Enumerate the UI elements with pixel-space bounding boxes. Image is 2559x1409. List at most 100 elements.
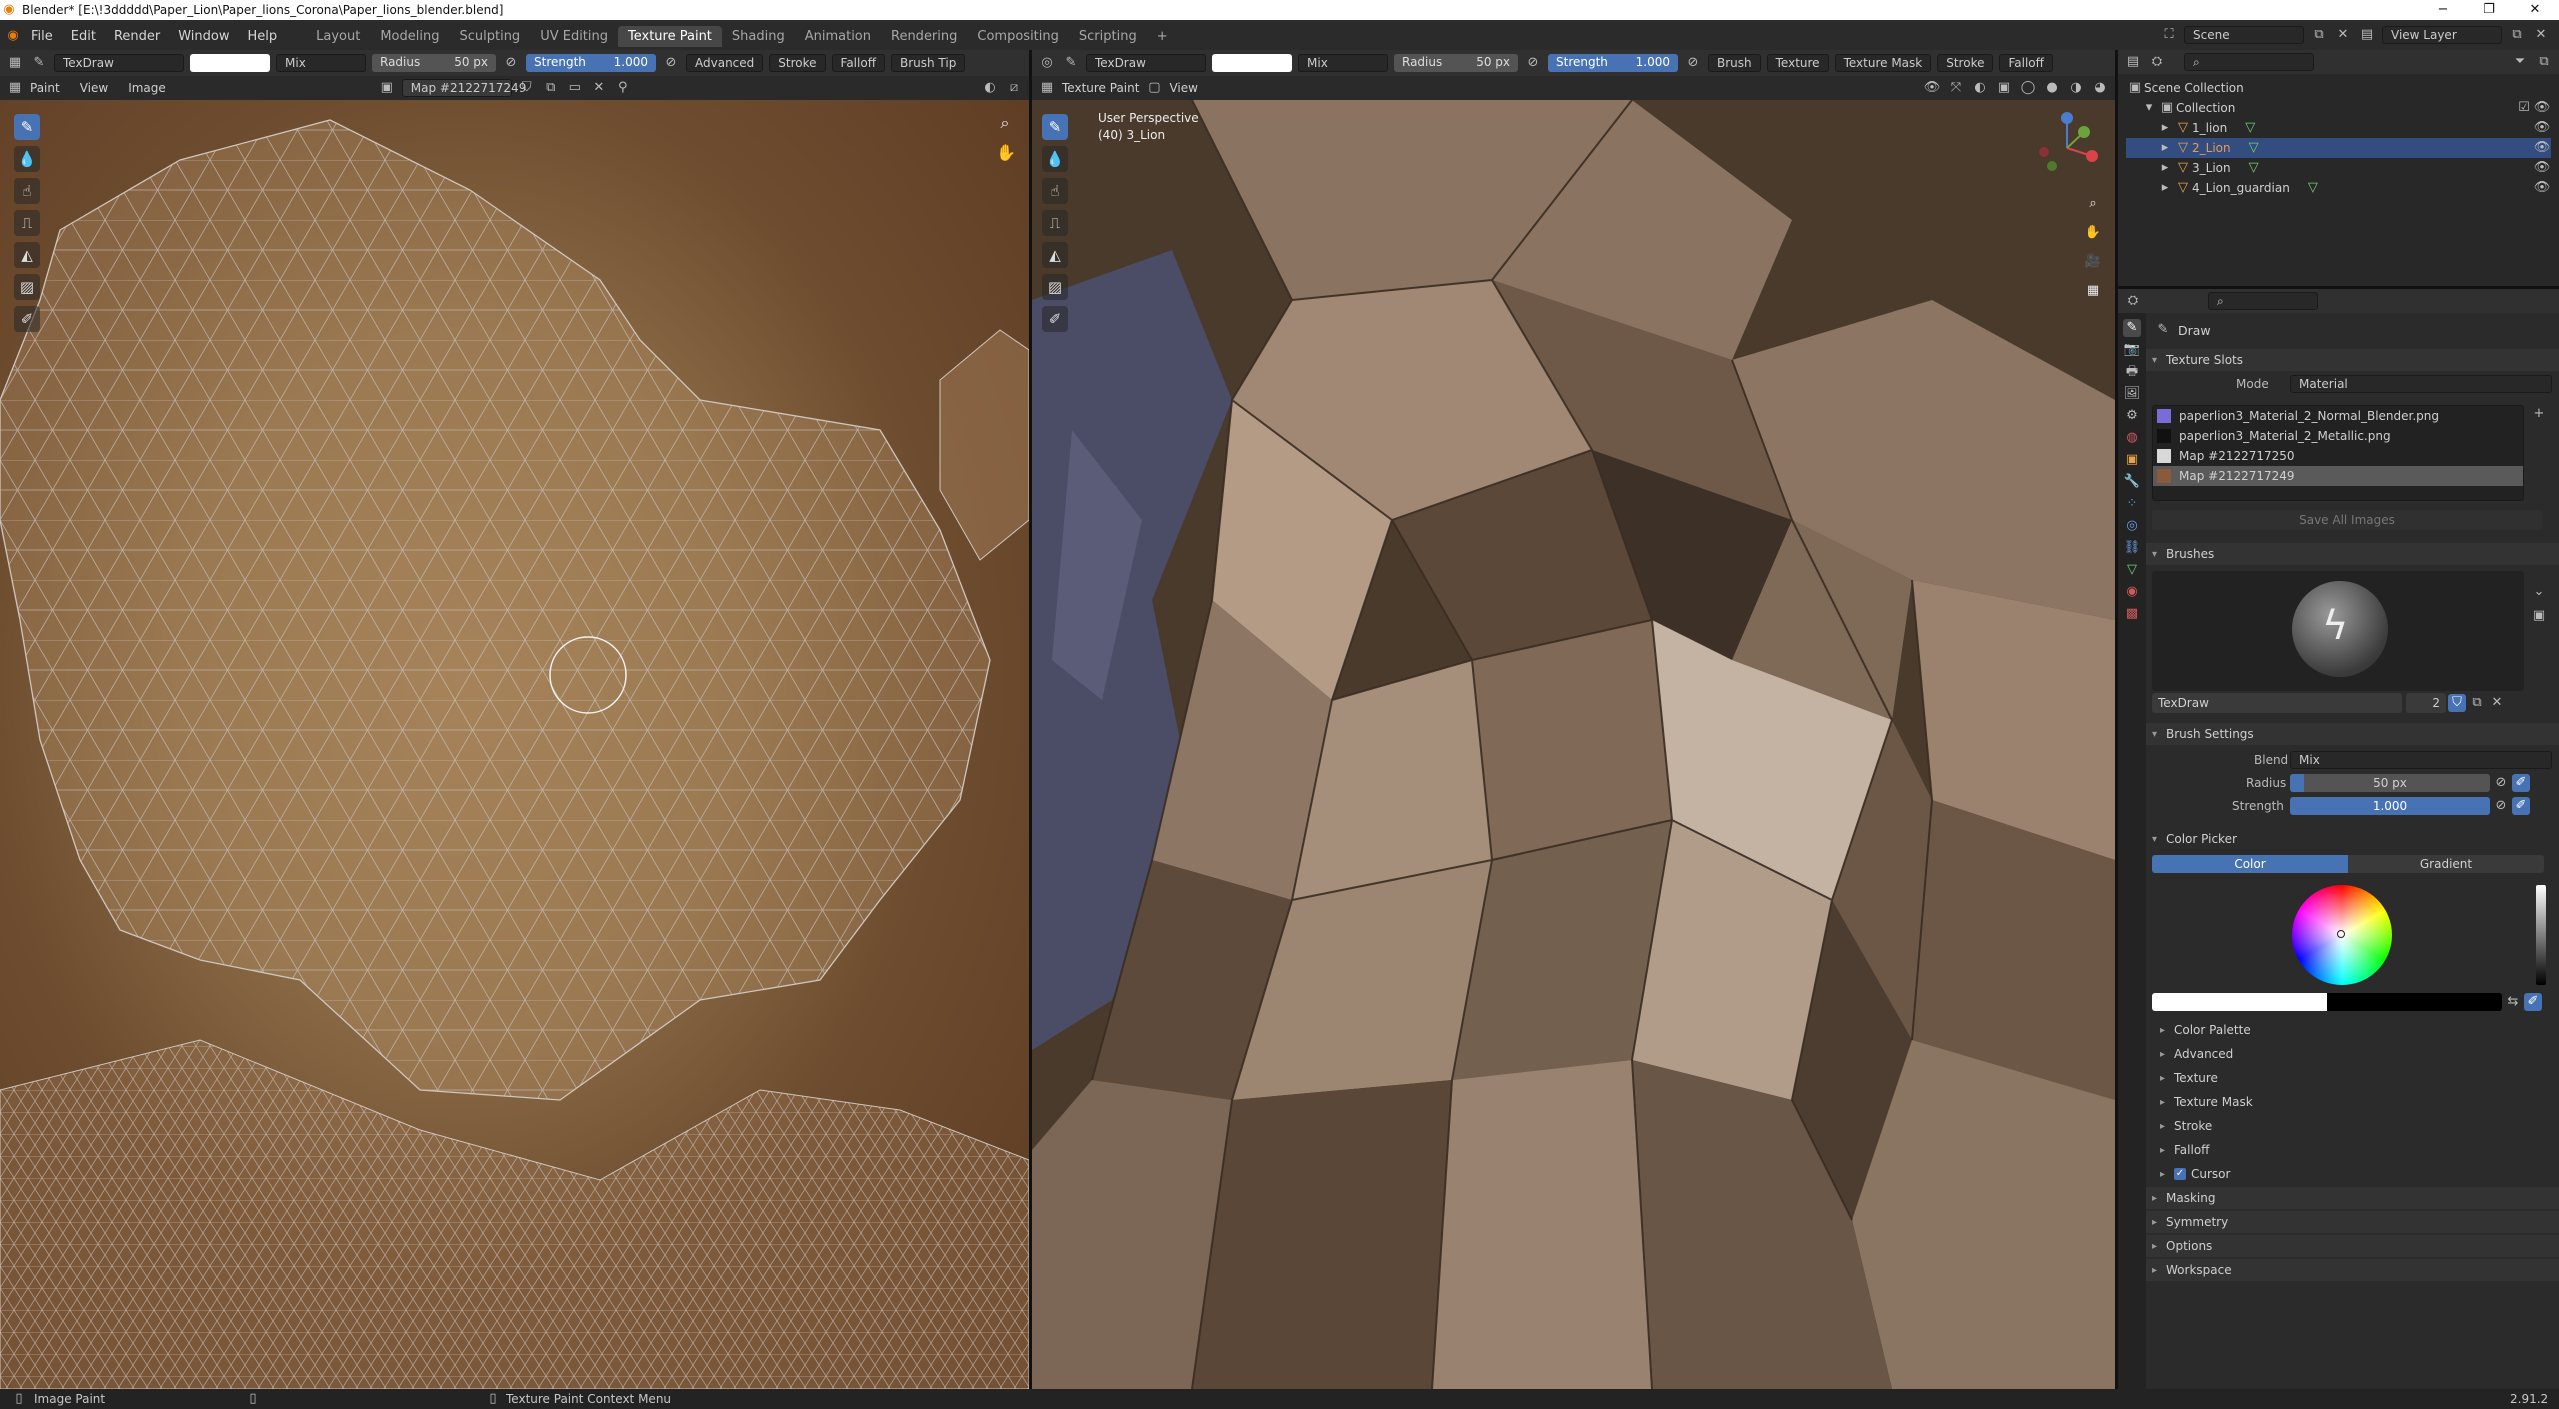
- brush-dropdown[interactable]: Brush: [1708, 54, 1761, 72]
- viewport-stroke-dropdown[interactable]: Stroke: [1937, 54, 1994, 72]
- visibility-icon[interactable]: 👁: [2533, 179, 2551, 197]
- world-tab-icon[interactable]: ◍: [2123, 429, 2141, 447]
- scene-tab-icon[interactable]: ⚙: [2123, 407, 2141, 425]
- ortho-toggle-icon[interactable]: ▦: [2084, 282, 2102, 300]
- subpanel-cursor[interactable]: ▸ ✓ Cursor: [2160, 1163, 2230, 1185]
- viewport-brush-selector[interactable]: TexDraw: [1086, 54, 1206, 72]
- vp-zoom-icon[interactable]: ⌕: [2084, 195, 2102, 213]
- image-menu[interactable]: Image: [128, 81, 166, 95]
- overlays-icon[interactable]: ◐: [1971, 79, 1989, 97]
- outliner-row-3-lion[interactable]: ▸ ▽ 3_Lion ▽ 👁: [2126, 158, 2551, 178]
- view-menu[interactable]: View: [80, 81, 108, 95]
- zoom-icon[interactable]: ⌕: [996, 114, 1014, 132]
- render-tab-icon[interactable]: 📷: [2123, 341, 2141, 359]
- strength-unit-icon[interactable]: ⊘: [2492, 797, 2510, 815]
- object-tab-icon[interactable]: ▣: [2123, 451, 2141, 469]
- mask-tool-icon[interactable]: ▨: [14, 274, 40, 300]
- save-all-images-button[interactable]: Save All Images: [2152, 510, 2542, 530]
- brush-tip-dropdown[interactable]: Brush Tip: [890, 54, 966, 72]
- brush-preview-area[interactable]: ϟ: [2152, 571, 2524, 691]
- menu-edit[interactable]: Edit: [62, 29, 105, 44]
- material-shading-icon[interactable]: ◑: [2067, 79, 2085, 97]
- tab-sculpting[interactable]: Sculpting: [449, 26, 530, 47]
- add-workspace-button[interactable]: +: [1147, 26, 1178, 47]
- strength-pressure-icon[interactable]: ⊘: [662, 54, 680, 72]
- unlink-image-icon[interactable]: ✕: [590, 79, 608, 97]
- smear-tool-icon[interactable]: ☝: [14, 178, 40, 204]
- new-image-icon[interactable]: ⧉: [542, 79, 560, 97]
- workspace-panel-header[interactable]: ▸ Workspace: [2146, 1259, 2559, 1281]
- viewport-radius-field[interactable]: Radius 50 px: [1394, 54, 1518, 72]
- brush-strength-slider[interactable]: 1.000: [2290, 797, 2490, 815]
- wireframe-shading-icon[interactable]: ◯: [2019, 79, 2037, 97]
- swap-colors-icon[interactable]: ⇆: [2504, 993, 2522, 1011]
- brushes-panel-header[interactable]: ▾ Brushes: [2146, 543, 2559, 565]
- vp-fill-tool-icon[interactable]: ◭: [1042, 242, 1068, 268]
- viewport-visibility-icon[interactable]: 👁: [1923, 79, 1941, 97]
- outliner-display-mode-icon[interactable]: ⛭: [2148, 53, 2166, 71]
- data-tab-icon[interactable]: ▽: [2123, 561, 2141, 579]
- properties-editor-icon[interactable]: ⛭: [2124, 292, 2142, 310]
- viewport-strength-pressure-icon[interactable]: ⊘: [1684, 54, 1702, 72]
- tab-rendering[interactable]: Rendering: [881, 26, 967, 47]
- editor-type-icon[interactable]: ▦: [6, 54, 24, 72]
- particles-tab-icon[interactable]: ⁘: [2123, 495, 2141, 513]
- solid-shading-icon[interactable]: ●: [2043, 79, 2061, 97]
- overlay-icon[interactable]: ◐: [981, 79, 999, 97]
- outliner-row-4-lion-guardian[interactable]: ▸ ▽ 4_Lion_guardian ▽ 👁: [2126, 178, 2551, 198]
- duplicate-brush-icon[interactable]: ⧉: [2468, 694, 2486, 712]
- menu-file[interactable]: File: [22, 29, 62, 44]
- subpanel-stroke[interactable]: ▸ Stroke: [2160, 1115, 2212, 1137]
- outliner-filter-icon[interactable]: ⏷: [2511, 53, 2529, 71]
- outliner-search[interactable]: ⌕: [2184, 53, 2314, 71]
- xray-icon[interactable]: ▣: [1995, 79, 2013, 97]
- visibility-icon[interactable]: 👁: [2533, 139, 2551, 157]
- viewport-blend-dropdown[interactable]: Mix: [1298, 54, 1388, 72]
- display-channels-icon[interactable]: ⧄: [1005, 79, 1023, 97]
- pin-icon[interactable]: ⚲: [614, 79, 632, 97]
- delete-scene-icon[interactable]: ✕: [2334, 26, 2352, 44]
- collection-expand-icon[interactable]: ▾: [2140, 99, 2158, 117]
- vp-clone-tool-icon[interactable]: ⎍: [1042, 210, 1068, 236]
- brush-expand-icon[interactable]: ⌄: [2530, 583, 2548, 601]
- outliner-editor-icon[interactable]: ▤: [2124, 53, 2142, 71]
- constraints-tab-icon[interactable]: ⛓: [2123, 539, 2141, 557]
- subpanel-color-palette[interactable]: ▸ Color Palette: [2160, 1019, 2251, 1041]
- radius-field[interactable]: Radius 50 px: [372, 54, 496, 72]
- view-layer-tab-icon[interactable]: 🖼: [2123, 385, 2141, 403]
- primary-secondary-color-bar[interactable]: [2152, 993, 2502, 1011]
- texture-tab-icon[interactable]: ▩: [2123, 605, 2141, 623]
- visibility-icon[interactable]: 👁: [2533, 159, 2551, 177]
- radius-unit-icon[interactable]: ⊘: [2492, 774, 2510, 792]
- brush-users-count[interactable]: 2: [2406, 693, 2446, 713]
- close-button[interactable]: ✕: [2512, 0, 2558, 20]
- viewport-editor-type-icon[interactable]: ◎: [1038, 54, 1056, 72]
- viewport-brush-tool-icon[interactable]: ✎: [1062, 54, 1080, 72]
- navigation-gizmo[interactable]: [2022, 108, 2112, 188]
- brush-blend-dropdown[interactable]: Mix: [2290, 751, 2552, 769]
- vp-draw-tool-icon[interactable]: ✎: [1042, 114, 1068, 140]
- viewport-strength-field[interactable]: Strength 1.000: [1548, 54, 1678, 72]
- texture-paint-mode-dropdown[interactable]: Texture Paint: [1062, 81, 1139, 95]
- color-picker-subpanel-header[interactable]: ▾ Color Picker: [2152, 828, 2237, 850]
- tab-texture-paint[interactable]: Texture Paint: [618, 25, 722, 47]
- tab-shading[interactable]: Shading: [722, 26, 795, 47]
- masking-panel-header[interactable]: ▸ Masking: [2146, 1187, 2559, 1209]
- radius-pressure-toggle-icon[interactable]: ✐: [2512, 774, 2530, 792]
- subpanel-texture[interactable]: ▸ Texture: [2160, 1067, 2218, 1089]
- brush-tool-icon[interactable]: ✎: [30, 54, 48, 72]
- subpanel-texture-mask[interactable]: ▸ Texture Mask: [2160, 1091, 2253, 1113]
- output-tab-icon[interactable]: 🖶: [2123, 363, 2141, 381]
- vp-mask-tool-icon[interactable]: ▨: [1042, 274, 1068, 300]
- value-slider[interactable]: [2536, 885, 2546, 985]
- modifier-tab-icon[interactable]: 🔧: [2123, 473, 2141, 491]
- brush-name-field[interactable]: TexDraw: [2152, 693, 2402, 713]
- texture-dropdown[interactable]: Texture: [1766, 54, 1829, 72]
- brush-settings-panel-header[interactable]: ▾ Brush Settings: [2146, 723, 2559, 745]
- new-scene-icon[interactable]: ⧉: [2310, 26, 2328, 44]
- texture-slot-item[interactable]: paperlion3_Material_2_Metallic.png: [2153, 426, 2523, 446]
- strength-pressure-toggle-icon[interactable]: ✐: [2512, 797, 2530, 815]
- new-collection-icon[interactable]: ⧉: [2535, 53, 2553, 71]
- subpanel-advanced[interactable]: ▸ Advanced: [2160, 1043, 2233, 1065]
- strength-field[interactable]: Strength 1.000: [526, 54, 656, 72]
